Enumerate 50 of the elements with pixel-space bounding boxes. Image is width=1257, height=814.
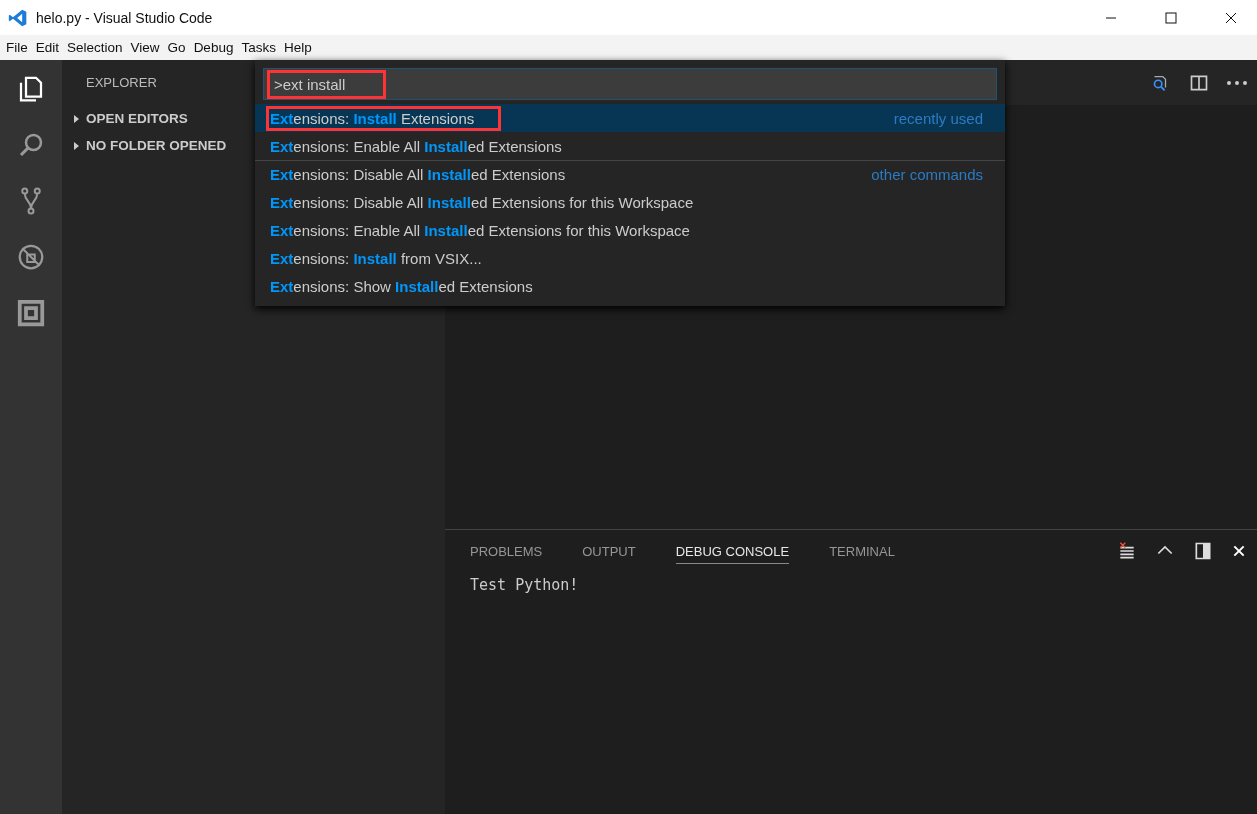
command-label: Extensions: Enable All Installed Extensions xyxy=(269,137,563,157)
group-label: other commands xyxy=(871,166,983,183)
menu-item[interactable]: Debug xyxy=(189,40,238,55)
chevron-icon xyxy=(72,141,80,150)
maximize-icon xyxy=(1165,11,1177,24)
app-logo-icon xyxy=(8,7,28,28)
command-item[interactable]: Extensions: Install from VSIX... xyxy=(255,244,1005,272)
close-panel-button[interactable] xyxy=(1231,543,1247,559)
menu-item[interactable]: Edit xyxy=(31,40,64,55)
menu-item[interactable]: Selection xyxy=(63,40,127,55)
window-title: helo.py - Visual Studio Code xyxy=(36,9,214,26)
panel-tab[interactable]: PROBLEMS xyxy=(470,538,543,564)
command-item[interactable]: Extensions: Disable All Installed Extensions other commands xyxy=(255,160,1005,188)
command-input[interactable]: >ext install xyxy=(263,68,997,100)
ellipsis-icon xyxy=(1227,80,1247,85)
clear-console-button[interactable] xyxy=(1117,541,1137,561)
sidebar-title: EXPLORER xyxy=(86,75,157,90)
minimize-icon xyxy=(1105,16,1117,19)
sidebar-section[interactable]: NO FOLDER OPENED xyxy=(62,132,227,159)
command-label: Extensions: Disable All Installed Extensions for this Workspace xyxy=(269,193,695,213)
panel-tab[interactable]: TERMINAL xyxy=(829,538,895,564)
menu-item[interactable]: Help xyxy=(279,40,316,55)
menu-item[interactable]: View xyxy=(126,40,164,55)
command-item[interactable]: Extensions: Enable All Installed Extensions xyxy=(255,132,1005,160)
clear-list-icon xyxy=(1117,541,1137,561)
command-label: Extensions: Show Installed Extensions xyxy=(269,277,534,297)
close-icon xyxy=(1231,543,1247,559)
panel-layout-icon xyxy=(1193,541,1213,561)
extensions-icon xyxy=(16,298,46,328)
command-label: Extensions: Enable All Installed Extensions for this Workspace xyxy=(269,221,691,241)
group-label: recently used xyxy=(893,110,983,127)
menu-item[interactable]: Go xyxy=(163,40,190,55)
command-item[interactable]: Extensions: Show Installed Extensions xyxy=(255,272,1005,300)
command-item[interactable]: Extensions: Enable All Installed Extensions for this Workspace xyxy=(255,216,1005,244)
command-label: Extensions: Install Extensions xyxy=(266,106,502,131)
menu-item[interactable]: File xyxy=(2,40,32,55)
menu-item[interactable]: Tasks xyxy=(237,40,280,55)
console-output: Test Python! xyxy=(470,576,580,594)
panel-tab[interactable]: OUTPUT xyxy=(582,538,636,564)
sidebar-section[interactable]: OPEN EDITORS xyxy=(62,105,188,132)
toggle-panel-position-button[interactable] xyxy=(1193,541,1213,561)
command-item[interactable]: Extensions: Disable All Installed Extensions for this Workspace xyxy=(255,188,1005,216)
more-actions-button[interactable] xyxy=(1227,80,1247,85)
extensions-button[interactable] xyxy=(16,298,46,328)
close-icon xyxy=(1225,11,1237,24)
command-label: Extensions: Disable All Installed Extensions xyxy=(269,165,567,185)
command-item[interactable]: Extensions: Install Extensions recently used xyxy=(255,104,1005,132)
command-label: Extensions: Install from VSIX... xyxy=(269,249,483,269)
chevron-icon xyxy=(72,114,80,123)
panel-tab[interactable]: DEBUG CONSOLE xyxy=(675,538,790,564)
